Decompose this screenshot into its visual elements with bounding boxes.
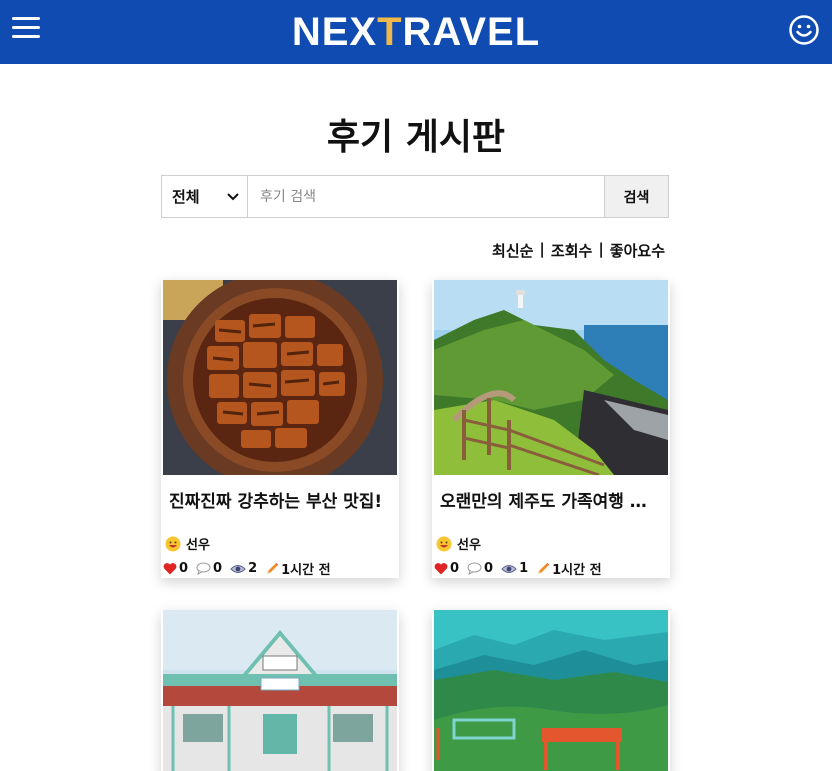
review-card[interactable]	[432, 610, 670, 771]
post-stats: 0 0 1 1시간 전	[434, 559, 670, 578]
search-category-select[interactable]: 전체	[162, 176, 248, 217]
post-thumbnail-jeju-coast[interactable]	[434, 280, 668, 475]
page-title: 후기 게시판	[326, 117, 506, 158]
post-author: 선우	[165, 534, 399, 553]
comment-count: 0	[484, 561, 494, 576]
sort-separator: |	[598, 240, 604, 258]
search-button[interactable]: 검색	[604, 176, 668, 217]
post-title[interactable]: 오랜만의 제주도 가족여행 후···	[440, 487, 662, 512]
post-thumbnail-train-station[interactable]	[163, 610, 397, 771]
smiley-emoji-icon	[436, 536, 452, 551]
pencil-icon	[267, 562, 279, 574]
sort-separator: |	[539, 240, 545, 258]
comment-count: 0	[213, 561, 223, 576]
heart-icon	[434, 563, 448, 575]
review-card[interactable]: 진짜진짜 강추하는 부산 맛집! 선우 0 0 2 1시간 전	[161, 280, 399, 578]
post-author-name: 선우	[457, 538, 481, 553]
comment-bubble-icon	[196, 562, 211, 575]
comment-bubble-icon	[467, 562, 482, 575]
eye-icon	[501, 564, 517, 573]
like-count: 0	[450, 561, 460, 576]
heart-icon	[163, 563, 177, 575]
post-thumbnail-eel-bowl[interactable]	[163, 280, 397, 475]
post-thumbnail-mountain-benches[interactable]	[434, 610, 668, 771]
top-navbar: NEXTRAVEL	[0, 0, 832, 64]
sort-latest-link[interactable]: 최신순	[492, 240, 533, 261]
search-category-value: 전체	[172, 188, 200, 206]
sort-options: 최신순 | 조회수 | 좋아요수	[492, 240, 665, 261]
post-time: 1시간 전	[281, 563, 331, 578]
sort-likes-link[interactable]: 좋아요수	[610, 240, 665, 261]
review-card[interactable]	[161, 610, 399, 771]
view-count: 2	[248, 561, 258, 576]
post-author-name: 선우	[186, 538, 210, 553]
post-author: 선우	[436, 534, 670, 553]
post-title[interactable]: 진짜진짜 강추하는 부산 맛집!	[169, 487, 391, 512]
search-bar: 전체 검색	[161, 175, 669, 218]
like-count: 0	[179, 561, 189, 576]
chevron-down-icon	[227, 192, 239, 200]
pencil-icon	[538, 562, 550, 574]
view-count: 1	[519, 561, 529, 576]
post-stats: 0 0 2 1시간 전	[163, 559, 399, 578]
search-input[interactable]	[248, 176, 604, 217]
eye-icon	[230, 564, 246, 573]
sort-views-link[interactable]: 조회수	[551, 240, 592, 261]
site-logo[interactable]: NEXTRAVEL	[0, 10, 832, 55]
smiley-profile-icon[interactable]	[788, 14, 820, 46]
smiley-emoji-icon	[165, 536, 181, 551]
review-card[interactable]: 오랜만의 제주도 가족여행 후··· 선우 0 0 1 1시간 전	[432, 280, 670, 578]
post-time: 1시간 전	[552, 563, 602, 578]
